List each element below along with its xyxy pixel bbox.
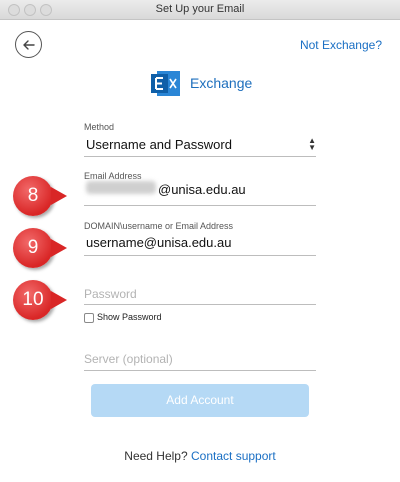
window-title: Set Up your Email [155, 3, 245, 15]
help-text: Need Help? [124, 449, 188, 463]
step-10-callout: 10 [13, 280, 67, 320]
back-button[interactable] [15, 31, 42, 58]
server-field[interactable]: Server (optional) [84, 352, 173, 366]
help-footer: Need Help? Contact support [0, 449, 400, 463]
email-label: Email Address [84, 171, 142, 181]
not-exchange-link[interactable]: Not Exchange? [300, 38, 382, 52]
password-underline [84, 304, 316, 305]
show-password-label: Show Password [97, 312, 162, 322]
step-8-callout: 8 [13, 176, 67, 216]
back-arrow-icon [23, 40, 35, 50]
method-label: Method [84, 122, 115, 132]
method-divider [84, 156, 316, 157]
email-underline [84, 205, 316, 206]
domain-username-label: DOMAIN\username or Email Address [84, 221, 234, 231]
chevron-updown-icon: ▲ ▼ [308, 136, 316, 152]
server-underline [84, 370, 316, 371]
method-select[interactable]: Username and Password ▲ ▼ [84, 134, 316, 154]
title-bar: Set Up your Email [0, 0, 400, 20]
show-password-checkbox[interactable] [84, 313, 94, 323]
domain-username-field[interactable]: username@unisa.edu.au [86, 235, 231, 250]
redacted-email-username [86, 181, 156, 194]
exchange-logo-icon [151, 71, 180, 96]
brand-name: Exchange [190, 75, 253, 91]
contact-support-link[interactable]: Contact support [191, 449, 276, 463]
password-field[interactable]: Password [84, 287, 137, 301]
domain-username-underline [84, 255, 316, 256]
email-field[interactable]: @unisa.edu.au [158, 182, 246, 197]
add-account-button[interactable]: Add Account [91, 384, 309, 417]
step-9-callout: 9 [13, 228, 67, 268]
method-select-value: Username and Password [86, 137, 232, 152]
